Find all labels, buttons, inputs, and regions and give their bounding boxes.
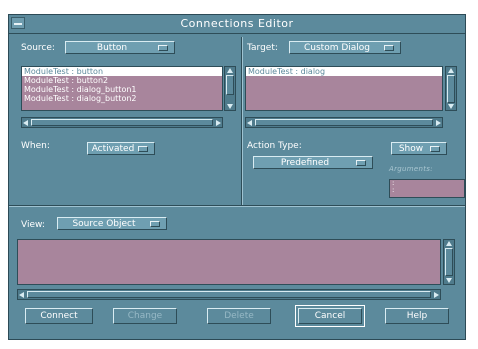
arrow-left-icon[interactable] — [23, 120, 28, 126]
arrow-left-icon[interactable] — [19, 292, 24, 298]
vertical-separator — [241, 37, 243, 205]
arguments-field[interactable]: : : — [389, 179, 465, 198]
arrow-up-icon[interactable] — [227, 68, 233, 73]
arrow-right-icon[interactable] — [216, 120, 221, 126]
scroll-thumb[interactable] — [445, 248, 453, 276]
list-item[interactable]: ModuleTest : dialog_button2 — [22, 94, 222, 103]
target-list-vscrollbar[interactable] — [445, 66, 457, 111]
arrow-right-icon[interactable] — [434, 292, 439, 298]
arrow-up-icon[interactable] — [446, 241, 452, 246]
view-label: View: — [21, 220, 45, 230]
source-label: Source: — [21, 43, 55, 53]
title-bar[interactable]: Connections Editor — [9, 15, 465, 34]
when-label: When: — [21, 141, 50, 151]
arrow-down-icon[interactable] — [446, 278, 452, 283]
target-option-menu[interactable]: Custom Dialog — [289, 41, 401, 54]
target-list-hscrollbar[interactable] — [245, 117, 443, 128]
arguments-label: Arguments: — [389, 165, 433, 173]
help-button[interactable]: Help — [385, 308, 449, 324]
action-type-label: Action Type: — [247, 141, 302, 151]
target-option-value: Custom Dialog — [303, 43, 370, 53]
arrow-left-icon[interactable] — [247, 120, 252, 126]
source-list-hscrollbar[interactable] — [21, 117, 223, 128]
option-indicator-icon — [384, 45, 394, 51]
option-indicator-icon — [158, 45, 168, 51]
list-item[interactable]: ModuleTest : button — [22, 67, 222, 76]
action-type-option-menu[interactable]: Predefined — [253, 156, 373, 169]
connections-editor-window: Connections Editor Source: Button Module… — [8, 14, 466, 340]
view-option-menu[interactable]: Source Object — [57, 217, 167, 230]
change-button[interactable]: Change — [113, 308, 177, 324]
source-option-menu[interactable]: Button — [65, 41, 175, 54]
view-option-value: Source Object — [72, 219, 136, 229]
target-list[interactable]: ModuleTest : dialog — [245, 66, 443, 111]
scroll-thumb[interactable] — [255, 119, 433, 126]
window-title: Connections Editor — [180, 17, 294, 30]
arrow-right-icon[interactable] — [436, 120, 441, 126]
when-option-value: Activated — [91, 144, 135, 154]
option-indicator-icon — [138, 146, 148, 152]
scroll-thumb[interactable] — [27, 291, 431, 298]
arguments-line: : — [392, 186, 395, 194]
connect-button[interactable]: Connect — [25, 308, 93, 324]
option-indicator-icon — [150, 221, 160, 227]
scroll-thumb[interactable] — [447, 75, 455, 103]
arrow-down-icon[interactable] — [448, 104, 454, 109]
source-option-value: Button — [96, 43, 128, 53]
source-list[interactable]: ModuleTest : button ModuleTest : button2… — [21, 66, 223, 111]
option-indicator-icon — [430, 146, 440, 152]
list-item[interactable]: ModuleTest : button2 — [22, 76, 222, 85]
cancel-button[interactable]: Cancel — [298, 308, 362, 324]
horizontal-separator — [9, 205, 465, 207]
action-option-value: Show — [398, 144, 424, 154]
when-option-menu[interactable]: Activated — [87, 142, 155, 155]
list-item[interactable]: ModuleTest : dialog — [246, 67, 442, 76]
connections-list[interactable] — [17, 239, 441, 285]
scroll-thumb[interactable] — [31, 119, 213, 126]
scroll-thumb[interactable] — [226, 75, 234, 95]
arguments-line: : — [392, 179, 395, 187]
source-list-vscrollbar[interactable] — [224, 66, 236, 111]
action-option-menu[interactable]: Show — [391, 142, 447, 155]
connections-list-hscrollbar[interactable] — [17, 289, 441, 300]
arrow-up-icon[interactable] — [448, 68, 454, 73]
option-indicator-icon — [356, 160, 366, 166]
list-item[interactable]: ModuleTest : dialog_button1 — [22, 85, 222, 94]
target-label: Target: — [247, 43, 278, 53]
arrow-down-icon[interactable] — [227, 104, 233, 109]
action-type-value: Predefined — [280, 158, 330, 168]
delete-button[interactable]: Delete — [207, 308, 271, 324]
connections-list-vscrollbar[interactable] — [443, 239, 455, 285]
